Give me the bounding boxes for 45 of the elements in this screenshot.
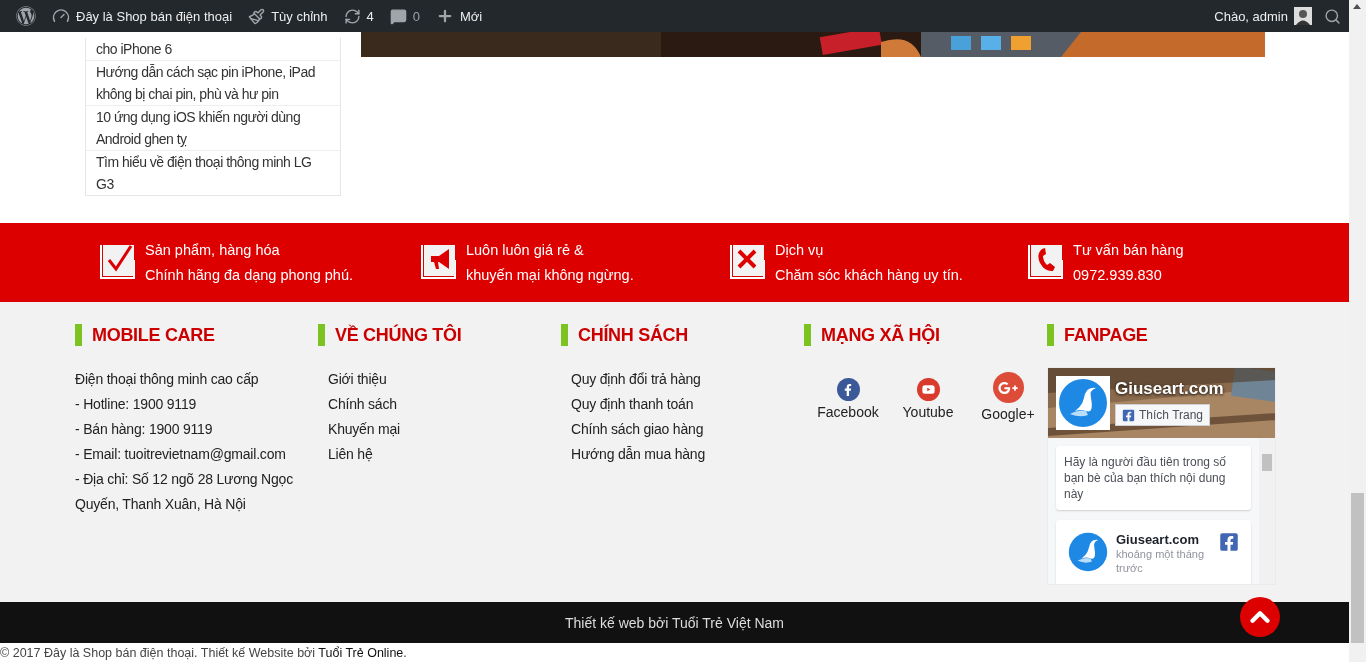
footer-link[interactable]: Quy định thanh toán	[571, 392, 781, 417]
footer-link[interactable]: Quy định đổi trả hàng	[571, 367, 781, 392]
footer-link[interactable]: Chính sách giao hàng	[571, 417, 781, 442]
column-heading: FANPAGE	[1047, 324, 1290, 346]
copyright-text: © 2017 Đây là Shop bán điện thoại. Thiết kế Website bởi Tuổi Trẻ Online.	[0, 645, 407, 660]
footer-link[interactable]: Liên hệ	[328, 442, 538, 467]
contact-text: Điện thoại thông minh cao cấp	[75, 370, 260, 389]
admin-bar-item[interactable]: Mới	[427, 0, 491, 32]
feature-subtitle: khuyến mại không ngừng.	[465, 266, 634, 284]
feature-title: Dịch vụ	[775, 241, 825, 259]
social-link[interactable]: Google+	[976, 372, 1040, 422]
feature-subtitle: Chính hãng đa dạng phong phú.	[145, 266, 354, 284]
social-link[interactable]: Youtube	[896, 378, 960, 420]
column-heading: MOBILE CARE	[75, 324, 318, 346]
credit-text: Thiết kế web bởi Tuổi Trẻ Việt Nam	[565, 614, 784, 631]
social-link[interactable]: Facebook	[816, 378, 880, 420]
page-name[interactable]: Giuseart.com	[1115, 379, 1224, 399]
like-page-button[interactable]: Thích Trang	[1115, 404, 1211, 426]
footer-link[interactable]: Khuyến mại	[328, 417, 538, 442]
prompt-text: Hãy là người đầu tiên trong số bạn bè của bạn thích nội dung này	[1064, 454, 1227, 502]
contact-text: - Hotline: 1900 9119	[75, 395, 198, 414]
admin-bar-item[interactable]: Đây là Shop bán điện thoại	[44, 0, 241, 32]
column-heading: MẠNG XÃ HỘI	[804, 324, 1047, 346]
post-link[interactable]: Tìm hiểu về điện thoại thông minh LG G3	[86, 150, 340, 195]
post-link[interactable]: Hướng dẫn cách sạc pin iPhone, iPad không bị chai pin, phù và hư pin	[86, 60, 340, 105]
footer-link[interactable]: Hướng dẫn mua hàng	[571, 442, 781, 467]
post-author[interactable]: Giuseart.com	[1116, 532, 1211, 547]
admin-bar-item[interactable]: Tùy chỉnh	[240, 0, 336, 32]
admin-bar-item[interactable]: 0	[381, 0, 428, 32]
feature-subtitle: 0972.939.830	[1073, 266, 1163, 284]
contact-text: - Địa chỉ: Số 12 ngõ 28 Lương Ngọc Quyến, Thanh Xuân, Hà Nội	[75, 470, 294, 514]
admin-bar-item[interactable]: 4	[335, 0, 382, 32]
column-heading: VỀ CHÚNG TÔI	[318, 324, 561, 346]
footer-link[interactable]: Giới thiệu	[328, 367, 538, 392]
feature-subtitle: Chăm sóc khách hàng uy tín.	[775, 266, 963, 284]
footer-link[interactable]: Chính sách	[328, 392, 538, 417]
contact-text: - Email: tuoitrevietnam@gmail.com	[75, 445, 287, 464]
account-menu[interactable]: Chào, admin	[1206, 0, 1320, 32]
feature-title: Luôn luôn giá rẻ &	[465, 241, 585, 259]
contact-text: - Bán hàng: 1900 9119	[75, 420, 214, 439]
column-heading: CHÍNH SÁCH	[561, 324, 804, 346]
feature-title: Sản phẩm, hàng hóa	[145, 241, 281, 259]
feature-title: Tư vấn bán hàng	[1073, 241, 1184, 259]
post-link[interactable]: 10 ứng dụng iOS khiến người dùng Android ghen tỵ	[86, 105, 340, 150]
post-link[interactable]: cho iPhone 6	[86, 38, 340, 60]
